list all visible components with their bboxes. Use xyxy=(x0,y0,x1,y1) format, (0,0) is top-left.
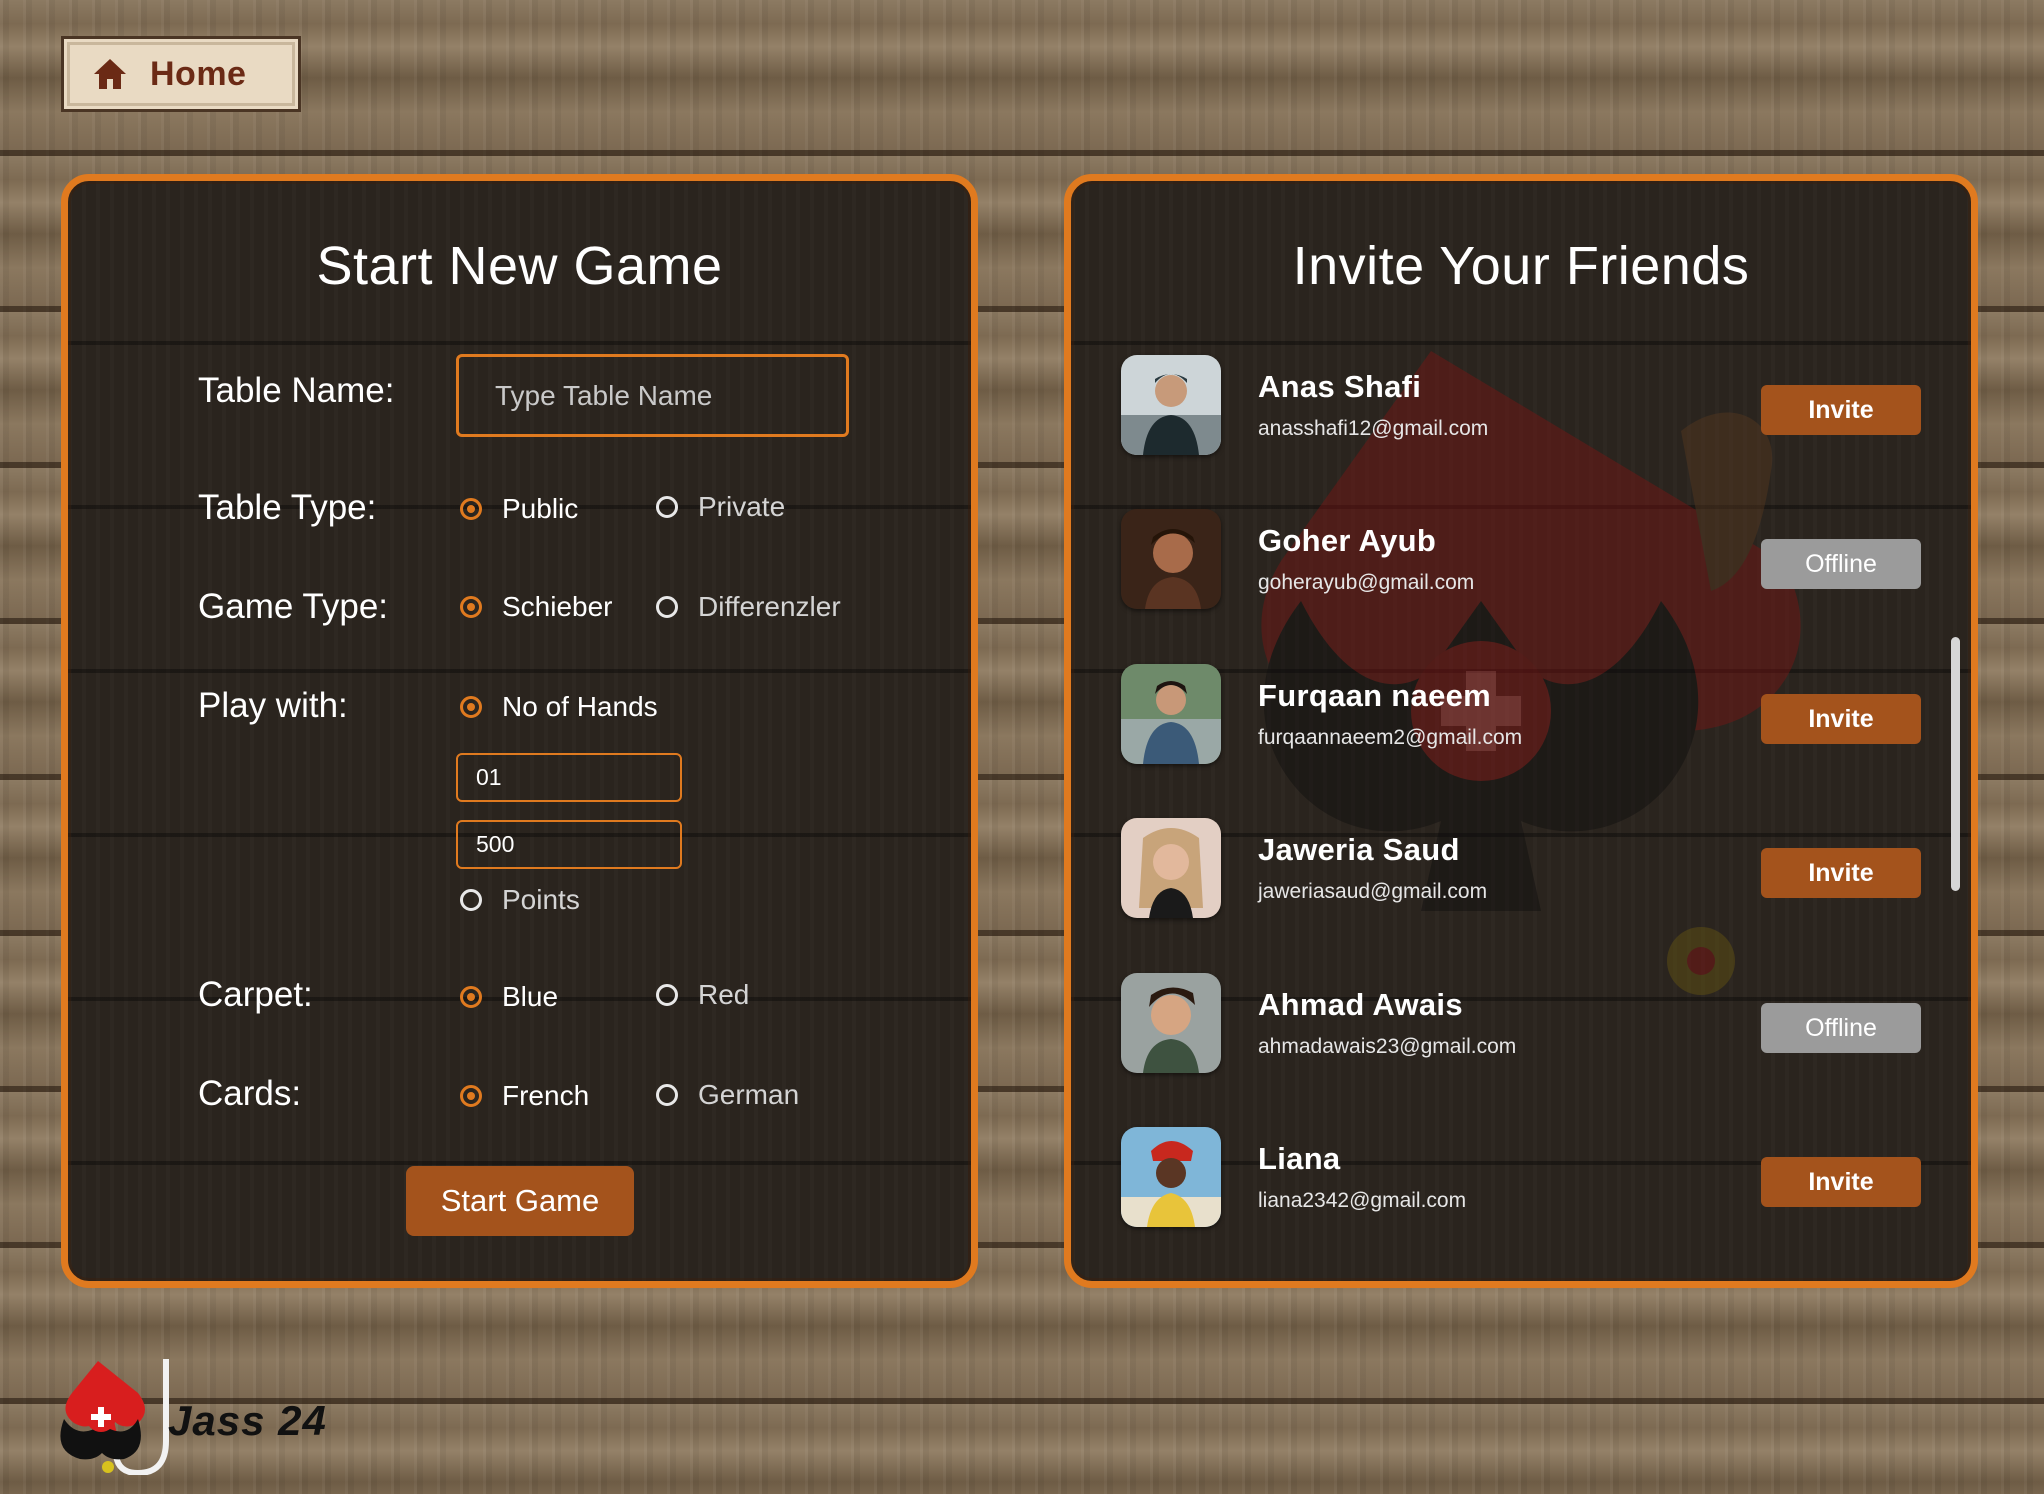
play-with-hands-radio[interactable]: No of Hands xyxy=(460,691,658,723)
friend-row: Ahmad Awais ahmadawais23@gmail.com Offli… xyxy=(1121,973,1941,1077)
friend-email: furqaannaeem2@gmail.com xyxy=(1258,726,1523,749)
invite-button[interactable]: Invite xyxy=(1761,694,1921,744)
points-count-input[interactable] xyxy=(456,820,682,869)
avatar xyxy=(1121,355,1221,455)
invite-friends-panel: Invite Your Friends Anas Shafi anasshafi… xyxy=(1064,174,1978,1288)
radio-label: Public xyxy=(502,493,579,524)
friend-row: Jaweria Saud jaweriasaud@gmail.com Invit… xyxy=(1121,818,1941,922)
avatar xyxy=(1121,1127,1221,1227)
carpet-label: Carpet: xyxy=(198,975,313,1014)
game-type-label: Game Type: xyxy=(198,587,389,626)
start-game-panel: Start New Game Table Name: Table Type: P… xyxy=(61,174,978,1288)
radio-unselected-icon xyxy=(656,1084,678,1106)
avatar xyxy=(1121,509,1221,609)
invite-button[interactable]: Invite xyxy=(1761,848,1921,898)
radio-label: Private xyxy=(698,491,786,522)
table-type-private-radio[interactable]: Private xyxy=(656,491,785,523)
friend-email: jaweriasaud@gmail.com xyxy=(1258,880,1488,903)
friend-email: goherayub@gmail.com xyxy=(1258,571,1475,594)
home-label: Home xyxy=(150,54,247,93)
friend-name: Ahmad Awais xyxy=(1258,987,1463,1022)
friend-row: Liana liana2342@gmail.com Invite xyxy=(1121,1127,1941,1231)
radio-selected-icon xyxy=(460,696,482,718)
avatar xyxy=(1121,818,1221,918)
friend-name: Goher Ayub xyxy=(1258,523,1437,558)
radio-label: German xyxy=(698,1079,800,1110)
friend-name: Furqaan naeem xyxy=(1258,678,1492,713)
friend-email: liana2342@gmail.com xyxy=(1258,1189,1467,1212)
table-type-label: Table Type: xyxy=(198,488,377,527)
radio-label: Blue xyxy=(502,981,559,1012)
avatar xyxy=(1121,664,1221,764)
brand-logo: Jass 24 xyxy=(58,1355,327,1475)
hands-count-input[interactable] xyxy=(456,753,682,802)
radio-label: No of Hands xyxy=(502,691,658,722)
home-icon xyxy=(92,57,128,91)
radio-selected-icon xyxy=(460,498,482,520)
radio-label: Points xyxy=(502,884,580,915)
jass-logo-icon xyxy=(58,1355,170,1475)
friend-row: Goher Ayub goherayub@gmail.com Offline xyxy=(1121,509,1941,613)
table-type-public-radio[interactable]: Public xyxy=(460,493,578,525)
radio-unselected-icon xyxy=(656,496,678,518)
play-with-label: Play with: xyxy=(198,686,348,725)
radio-selected-icon xyxy=(460,1085,482,1107)
radio-unselected-icon xyxy=(656,596,678,618)
start-game-button[interactable]: Start Game xyxy=(406,1166,634,1236)
game-type-differenzler-radio[interactable]: Differenzler xyxy=(656,591,841,623)
cards-german-radio[interactable]: German xyxy=(656,1079,799,1111)
carpet-blue-radio[interactable]: Blue xyxy=(460,981,558,1013)
friend-row: Furqaan naeem furqaannaeem2@gmail.com In… xyxy=(1121,664,1941,768)
start-game-title: Start New Game xyxy=(316,236,723,296)
play-with-points-radio[interactable]: Points xyxy=(460,884,580,916)
brand-name: Jass 24 xyxy=(168,1397,327,1444)
cards-french-radio[interactable]: French xyxy=(460,1080,589,1112)
friend-row: Anas Shafi anasshafi12@gmail.com Invite xyxy=(1121,355,1941,459)
invite-button[interactable]: Invite xyxy=(1761,1157,1921,1207)
radio-selected-icon xyxy=(460,596,482,618)
carpet-red-radio[interactable]: Red xyxy=(656,979,749,1011)
offline-status-button[interactable]: Offline xyxy=(1761,539,1921,589)
table-name-label: Table Name: xyxy=(198,371,395,410)
friend-email: ahmadawais23@gmail.com xyxy=(1258,1035,1517,1058)
game-type-schieber-radio[interactable]: Schieber xyxy=(460,591,613,623)
invite-title: Invite Your Friends xyxy=(1292,236,1750,296)
offline-status-button[interactable]: Offline xyxy=(1761,1003,1921,1053)
friend-name: Anas Shafi xyxy=(1258,369,1422,404)
home-button[interactable]: Home xyxy=(61,36,301,112)
radio-unselected-icon xyxy=(656,984,678,1006)
invite-button[interactable]: Invite xyxy=(1761,385,1921,435)
radio-label: Red xyxy=(698,979,750,1010)
cards-label: Cards: xyxy=(198,1074,302,1113)
radio-label: Schieber xyxy=(502,591,613,622)
radio-label: French xyxy=(502,1080,590,1111)
friend-name: Liana xyxy=(1258,1141,1341,1176)
radio-selected-icon xyxy=(460,986,482,1008)
avatar xyxy=(1121,973,1221,1073)
friends-scrollbar[interactable] xyxy=(1951,637,1960,891)
friend-name: Jaweria Saud xyxy=(1258,832,1460,867)
radio-label: Differenzler xyxy=(698,591,841,622)
radio-unselected-icon xyxy=(460,889,482,911)
table-name-input[interactable] xyxy=(456,354,849,437)
friend-email: anasshafi12@gmail.com xyxy=(1258,417,1489,440)
